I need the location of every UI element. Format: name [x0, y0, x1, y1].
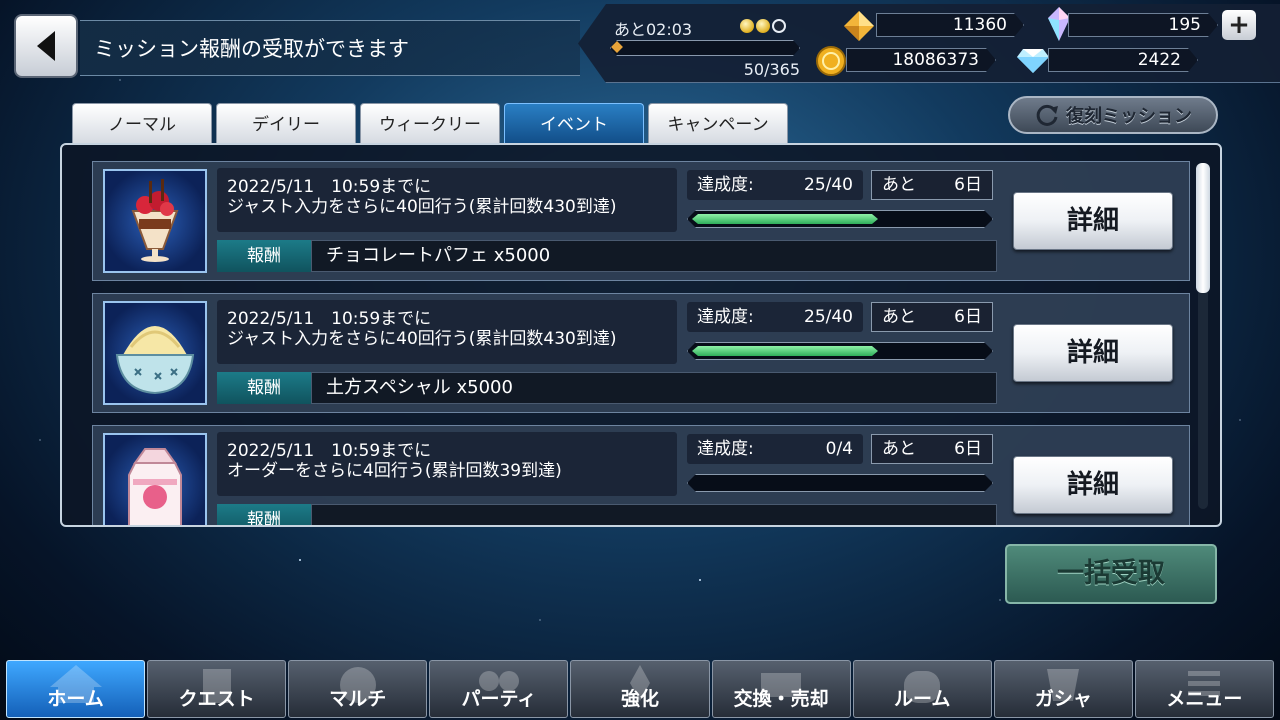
reprint-mission-label: 復刻ミッション — [1066, 106, 1192, 127]
gold-prism-count: 11360 — [876, 13, 1024, 37]
stamina-count: 50/365 — [743, 60, 800, 79]
nav-quest-label: クエスト — [178, 688, 255, 710]
remaining-value: 6日 — [954, 307, 982, 327]
tab-campaign[interactable]: キャンペーン — [648, 103, 788, 143]
mission-item: 2022/5/11 10:59までに ジャスト入力をさらに40回行う(累計回数4… — [92, 161, 1190, 281]
nav-menu-label: メニュー — [1166, 688, 1243, 710]
progress-caption: 達成度: — [697, 439, 754, 459]
tab-daily[interactable]: デイリー — [216, 103, 356, 143]
diamond-count: 2422 — [1048, 48, 1198, 72]
nav-home-label: ホーム — [47, 688, 104, 710]
detail-button[interactable]: 詳細 — [1013, 192, 1173, 250]
reward-label: 報酬 — [217, 504, 311, 525]
nav-party[interactable]: パーティ — [429, 660, 569, 718]
mission-task: ジャスト入力をさらに40回行う(累計回数430到達) — [227, 197, 617, 217]
rainbow-crystal-count: 195 — [1068, 13, 1218, 37]
orb-full-icon — [756, 19, 770, 33]
mission-description: 2022/5/11 10:59までに ジャスト入力をさらに40回行う(累計回数4… — [217, 300, 677, 364]
detail-button[interactable]: 詳細 — [1013, 324, 1173, 382]
remaining-value: 6日 — [954, 175, 982, 195]
mission-deadline: 2022/5/11 10:59までに — [227, 309, 432, 329]
stamina-orbs — [740, 19, 786, 33]
mission-item: 2022/5/11 10:59までに ジャスト入力をさらに40回行う(累計回数4… — [92, 293, 1190, 413]
nav-quest[interactable]: クエスト — [147, 660, 287, 718]
mission-description: 2022/5/11 10:59までに オーダーをさらに4回行う(累計回数39到達… — [217, 432, 677, 496]
detail-button[interactable]: 詳細 — [1013, 456, 1173, 514]
nav-home[interactable]: ホーム — [6, 660, 146, 718]
back-button[interactable] — [14, 14, 78, 78]
nav-exchange-label: 交換・売却 — [733, 688, 829, 710]
coin-icon — [816, 46, 846, 76]
nav-exchange[interactable]: 交換・売却 — [711, 660, 851, 718]
tab-normal[interactable]: ノーマル — [72, 103, 212, 143]
orb-empty-icon — [772, 19, 786, 33]
reward-label: 報酬 — [217, 240, 311, 272]
refresh-icon — [1036, 104, 1058, 126]
remaining-caption: あと — [882, 439, 916, 459]
nav-menu[interactable]: メニュー — [1134, 660, 1274, 718]
progress-caption: 達成度: — [697, 307, 754, 327]
nav-gacha[interactable]: ガシャ — [993, 660, 1133, 718]
remaining-days: あと 6日 — [871, 434, 993, 464]
mission-task: オーダーをさらに4回行う(累計回数39到達) — [227, 461, 562, 481]
stamina-timer: あと02:03 — [614, 20, 693, 39]
page-title-text: ミッション報酬の受取ができます — [94, 37, 409, 61]
nav-multi-label: マルチ — [329, 688, 387, 710]
nav-enhance[interactable]: 強化 — [570, 660, 710, 718]
bottom-navigation: ホーム クエスト マルチ パーティ 強化 交換・売却 ルーム ガシャ メニュー — [6, 660, 1274, 720]
gold-prism-icon — [844, 11, 874, 41]
progress-label: 達成度: 0/4 — [687, 434, 863, 464]
mission-description: 2022/5/11 10:59までに ジャスト入力をさらに40回行う(累計回数4… — [217, 168, 677, 232]
nav-room[interactable]: ルーム — [852, 660, 992, 718]
progress-value: 0/4 — [825, 439, 853, 459]
nav-room-label: ルーム — [893, 688, 951, 710]
remaining-days: あと 6日 — [871, 302, 993, 332]
progress-bar — [687, 342, 993, 360]
reward-value: チョコレートパフェ x5000 — [311, 240, 997, 272]
reprint-mission-button[interactable]: 復刻ミッション — [1008, 96, 1218, 134]
mission-item: 2022/5/11 10:59までに オーダーをさらに4回行う(累計回数39到達… — [92, 425, 1190, 525]
progress-fill — [692, 346, 878, 356]
progress-fill — [692, 214, 878, 224]
remaining-caption: あと — [882, 175, 916, 195]
progress-label: 達成度: 25/40 — [687, 170, 863, 200]
strawberry-milk-icon — [103, 433, 207, 525]
mission-deadline: 2022/5/11 10:59までに — [227, 177, 432, 197]
mission-deadline: 2022/5/11 10:59までに — [227, 441, 432, 461]
coin-count: 18086373 — [846, 48, 996, 72]
progress-label: 達成度: 25/40 — [687, 302, 863, 332]
mission-list[interactable]: 2022/5/11 10:59までに ジャスト入力をさらに40回行う(累計回数4… — [60, 143, 1222, 527]
remaining-days: あと 6日 — [871, 170, 993, 200]
nav-enhance-label: 強化 — [620, 688, 659, 710]
progress-caption: 達成度: — [697, 175, 754, 195]
progress-value: 25/40 — [804, 175, 853, 195]
page-title: ミッション報酬の受取ができます — [80, 20, 580, 76]
chocolate-parfait-icon — [103, 169, 207, 273]
remaining-value: 6日 — [954, 439, 982, 459]
progress-bar — [687, 210, 993, 228]
tab-weekly[interactable]: ウィークリー — [360, 103, 500, 143]
add-crystal-button[interactable]: + — [1222, 10, 1256, 40]
mission-task: ジャスト入力をさらに40回行う(累計回数430到達) — [227, 329, 617, 349]
bulk-receive-button[interactable]: 一括受取 — [1005, 544, 1217, 604]
reward-value — [311, 504, 997, 525]
hijikata-special-icon — [103, 301, 207, 405]
reward-label: 報酬 — [217, 372, 311, 404]
tab-event[interactable]: イベント — [504, 103, 644, 145]
nav-party-label: パーティ — [461, 688, 537, 710]
reward-value: 土方スペシャル x5000 — [311, 372, 997, 404]
back-arrow-icon — [37, 31, 55, 61]
orb-full-icon — [740, 19, 754, 33]
stamina-bar — [610, 40, 800, 56]
nav-gacha-label: ガシャ — [1034, 688, 1092, 710]
nav-multi[interactable]: マルチ — [288, 660, 428, 718]
diamond-icon — [1017, 49, 1049, 73]
progress-value: 25/40 — [804, 307, 853, 327]
progress-bar — [687, 474, 993, 492]
scrollbar-thumb[interactable] — [1196, 163, 1210, 293]
remaining-caption: あと — [882, 307, 916, 327]
